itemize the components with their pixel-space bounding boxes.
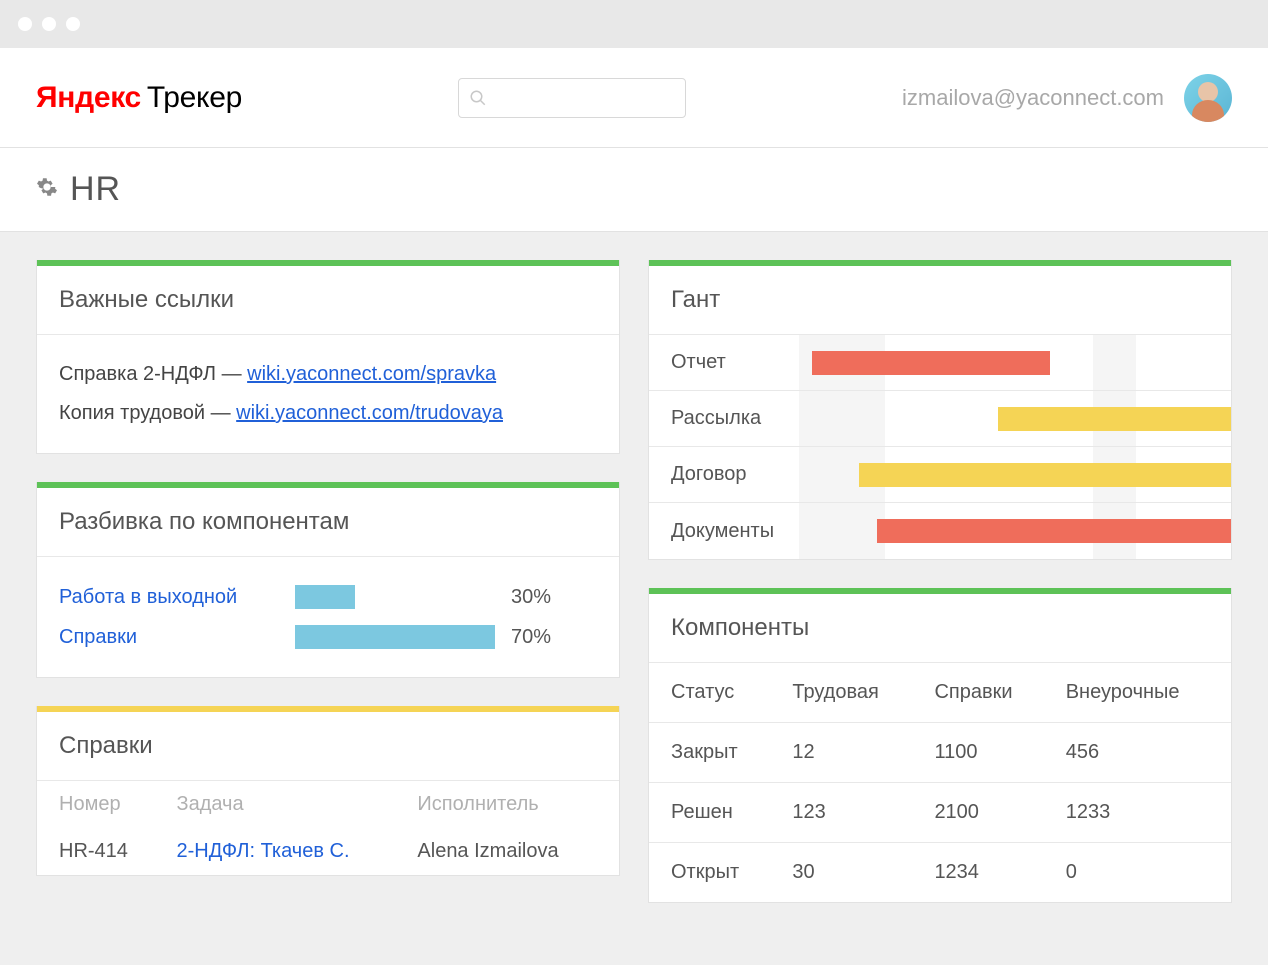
table-row: Закрыт121100456 [649,723,1231,783]
card-important-links: Важные ссылки Справка 2-НДФЛ — wiki.yaco… [36,260,620,454]
card-title: Гант [649,266,1231,335]
td: 123 [780,783,922,843]
card-title: Компоненты [649,594,1231,663]
td: 2100 [922,783,1053,843]
dashboard: Важные ссылки Справка 2-НДФЛ — wiki.yaco… [0,232,1268,931]
th: Статус [649,663,780,723]
avatar[interactable] [1184,74,1232,122]
breakdown-label[interactable]: Справки [59,626,279,649]
gantt-row: Отчет [649,335,1231,391]
window-dot-close[interactable] [18,17,32,31]
search-input[interactable] [458,78,686,118]
table-row: Открыт3012340 [649,843,1231,903]
logo-yandex-text: Яндекс [36,81,141,115]
card-components: Компоненты Статус Трудовая Справки Внеур… [648,588,1232,903]
gantt-bar[interactable] [877,519,1231,543]
gantt-label: Договор [649,463,799,486]
td: Закрыт [649,723,780,783]
breakdown-pct: 70% [511,626,551,649]
logo[interactable]: Яндекс Трекер [36,81,242,115]
gantt-track [799,391,1231,446]
link-row: Копия трудовой — wiki.yaconnect.com/trud… [59,394,597,433]
gear-icon[interactable] [36,176,58,203]
gantt-label: Рассылка [649,407,799,430]
td: 1234 [922,843,1053,903]
td-assignee: Alena Izmailova [417,828,619,875]
th-number: Номер [37,781,176,828]
breakdown-row: Работа в выходной 30% [59,577,597,617]
gantt-bar[interactable] [812,351,1050,375]
th-task: Задача [176,781,417,828]
search-icon [469,89,487,107]
td: 30 [780,843,922,903]
window-chrome [0,0,1268,48]
th: Справки [922,663,1053,723]
td: 1100 [922,723,1053,783]
components-table: Статус Трудовая Справки Внеурочные Закры… [649,663,1231,902]
gantt-bar[interactable] [859,463,1231,487]
breakdown-label[interactable]: Работа в выходной [59,586,279,609]
window-dot-minimize[interactable] [42,17,56,31]
gantt-track [799,447,1231,502]
gantt-row: Рассылка [649,391,1231,447]
card-breakdown: Разбивка по компонентам Работа в выходно… [36,482,620,678]
column-left: Важные ссылки Справка 2-НДФЛ — wiki.yaco… [36,260,620,903]
gantt-row: Договор [649,447,1231,503]
gantt-label: Отчет [649,351,799,374]
th: Трудовая [780,663,922,723]
table-header-row: Номер Задача Исполнитель [37,781,619,828]
card-gantt: Гант Отчет Рассылка Договор Документы [648,260,1232,560]
page-title: HR [70,170,121,209]
gantt-row: Документы [649,503,1231,559]
gantt-track [799,503,1231,559]
logo-tracker-text: Трекер [147,81,242,115]
card-title: Важные ссылки [37,266,619,335]
table-row: HR-414 2-НДФЛ: Ткачев С. Alena Izmailova [37,828,619,875]
td: Открыт [649,843,780,903]
link-row: Справка 2-НДФЛ — wiki.yaconnect.com/spra… [59,355,597,394]
gantt-track [799,335,1231,390]
breakdown-pct: 30% [511,586,551,609]
table-header-row: Статус Трудовая Справки Внеурочные [649,663,1231,723]
user-email[interactable]: izmailova@yaconnect.com [902,85,1164,111]
header: Яндекс Трекер izmailova@yaconnect.com [0,48,1268,148]
breakdown-row: Справки 70% [59,617,597,657]
task-link[interactable]: 2-НДФЛ: Ткачев С. [176,840,349,862]
link-url[interactable]: wiki.yaconnect.com/spravka [247,363,496,385]
td: 0 [1054,843,1231,903]
card-spravki: Справки Номер Задача Исполнитель HR-414 … [36,706,620,876]
page-title-bar: HR [0,148,1268,232]
table-row: Решен12321001233 [649,783,1231,843]
th: Внеурочные [1054,663,1231,723]
window-dot-maximize[interactable] [66,17,80,31]
gantt-label: Документы [649,520,799,543]
td: 456 [1054,723,1231,783]
link-url[interactable]: wiki.yaconnect.com/trudovaya [236,402,503,424]
card-title: Разбивка по компонентам [37,488,619,557]
td-number[interactable]: HR-414 [37,828,176,875]
gantt-bar[interactable] [998,407,1231,431]
card-title: Справки [37,712,619,781]
td: 1233 [1054,783,1231,843]
td: 12 [780,723,922,783]
breakdown-bar [295,625,495,649]
column-right: Гант Отчет Рассылка Договор Документы Компо… [648,260,1232,903]
breakdown-bar [295,585,355,609]
td: Решен [649,783,780,843]
link-label: Справка 2-НДФЛ — [59,363,247,385]
link-label: Копия трудовой — [59,402,236,424]
th-assignee: Исполнитель [417,781,619,828]
